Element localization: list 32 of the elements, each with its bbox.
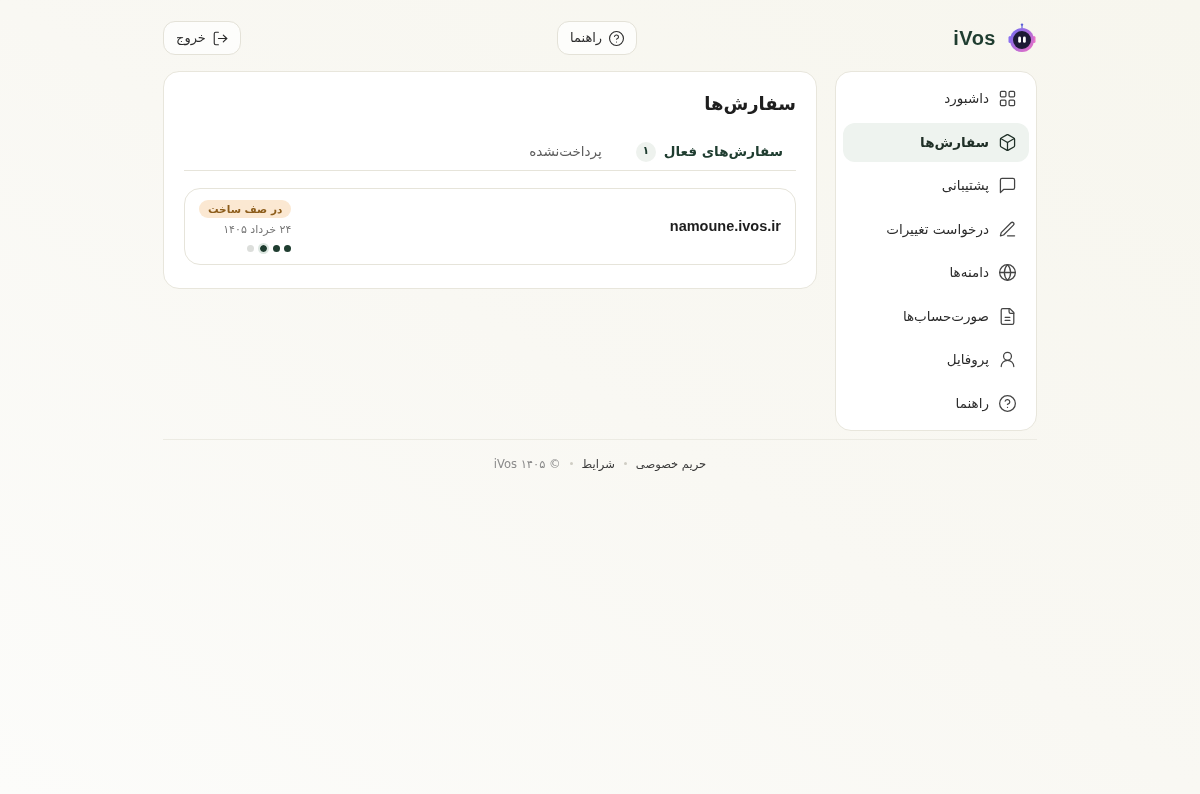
- document-icon: [999, 307, 1016, 325]
- logo-text: iVos: [953, 28, 996, 48]
- sidebar-item[interactable]: داشبورد: [843, 79, 1029, 118]
- help-button[interactable]: راهنما: [557, 21, 638, 55]
- page-title: سفارش‌ها: [703, 92, 796, 116]
- sidebar-item[interactable]: راهنما: [843, 383, 1029, 423]
- grid-icon: [999, 90, 1016, 107]
- sidebar-item[interactable]: صورت‌حساب‌ها: [843, 296, 1029, 336]
- sidebar-item[interactable]: درخواست تغییرات: [843, 209, 1029, 249]
- logout-button[interactable]: خروج: [163, 21, 241, 55]
- box-icon: [999, 133, 1016, 151]
- sidebar-item[interactable]: پروفایل: [843, 340, 1029, 379]
- tab[interactable]: سفارش‌های فعال ۱: [622, 133, 796, 170]
- order-domain: namoune.ivos.ir: [669, 216, 781, 236]
- sidebar-item[interactable]: دامنه‌ها: [843, 253, 1029, 292]
- footer-link[interactable]: حریم خصوصی: [635, 455, 707, 472]
- tab[interactable]: پرداخت‌نشده: [516, 133, 615, 170]
- chat-bubble-icon: [999, 177, 1016, 194]
- count-badge: ۱: [635, 141, 656, 162]
- user-icon: [999, 351, 1016, 368]
- robot-logo-icon: [1007, 23, 1037, 53]
- copyright-text: © ۱۴۰۵ iVos: [493, 455, 561, 472]
- footer-link[interactable]: شرایط: [581, 455, 615, 472]
- order-date: ۲۴ خرداد ۱۴۰۵: [223, 221, 292, 238]
- sidebar-item[interactable]: سفارش‌ها: [843, 122, 1029, 162]
- pencil-icon: [999, 220, 1016, 238]
- help-icon: [999, 394, 1016, 412]
- help-icon: [609, 30, 625, 46]
- status-badge: در صف ساخت: [199, 199, 292, 218]
- logout-icon: [212, 30, 228, 46]
- sidebar-item[interactable]: پشتیبانی: [843, 166, 1029, 205]
- globe-icon: [999, 264, 1016, 281]
